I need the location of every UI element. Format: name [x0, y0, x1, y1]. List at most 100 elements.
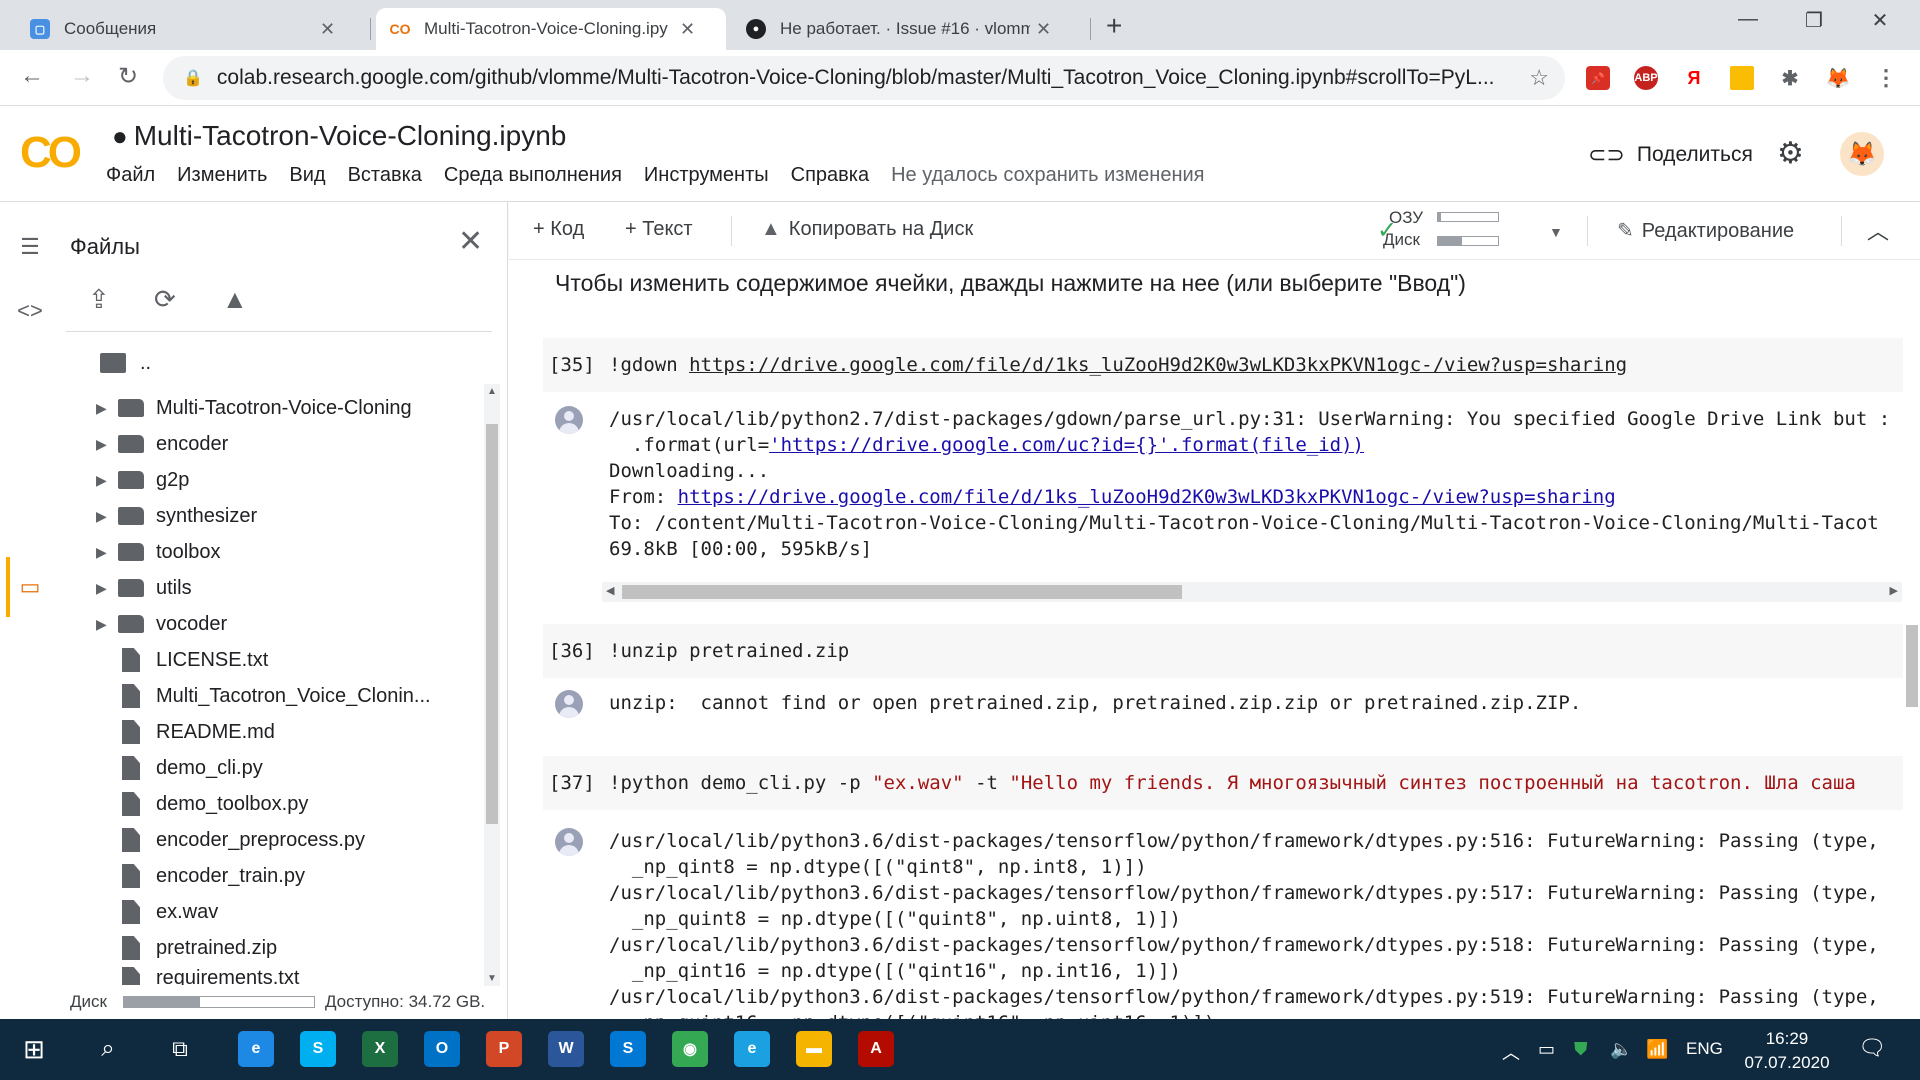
collapse-header-icon[interactable]: ︿: [1867, 214, 1889, 246]
search-icon[interactable]: ⌕: [90, 1031, 126, 1067]
close-tab-icon[interactable]: ✕: [680, 19, 695, 40]
copy-to-drive-button[interactable]: ▲ Копировать на Диск: [761, 218, 973, 241]
extensions-puzzle-icon[interactable]: ✱: [1778, 66, 1802, 90]
menu-insert[interactable]: Вставка: [348, 164, 422, 187]
add-code-button[interactable]: + Код: [533, 218, 584, 241]
browser-menu-icon[interactable]: ⋮: [1874, 65, 1898, 90]
address-bar[interactable]: 🔒 colab.research.google.com/github/vlomm…: [163, 56, 1565, 100]
adblock-extension-icon[interactable]: ABP: [1634, 66, 1658, 90]
explorer-app-icon[interactable]: ▬: [796, 1031, 832, 1067]
back-icon[interactable]: ←: [16, 62, 48, 90]
resources-dropdown-icon[interactable]: ▼: [1549, 224, 1563, 240]
code-snippets-icon[interactable]: <>: [14, 298, 46, 324]
cell-code[interactable]: !gdown https://drive.google.com/file/d/1…: [609, 354, 1627, 376]
edge-legacy-app-icon[interactable]: e: [238, 1031, 274, 1067]
pin-extension-icon[interactable]: 📌: [1586, 66, 1610, 90]
list-item[interactable]: pretrained.zip: [56, 931, 456, 965]
bookmark-extension-icon[interactable]: [1730, 66, 1754, 90]
expand-chevron-icon[interactable]: ▶: [96, 472, 118, 489]
expand-chevron-icon[interactable]: ▶: [96, 400, 118, 417]
powerpoint-app-icon[interactable]: P: [486, 1031, 522, 1067]
close-tab-icon[interactable]: ✕: [320, 19, 335, 40]
share-button[interactable]: ⊂⊃ Поделиться: [1588, 142, 1753, 168]
list-item[interactable]: ▶ Multi-Tacotron-Voice-Cloning: [56, 391, 456, 425]
files-scrollbar[interactable]: ▲ ▼: [484, 384, 500, 986]
tab-colab[interactable]: CO Multi-Tacotron-Voice-Cloning.ipy ✕: [376, 8, 726, 50]
clock[interactable]: 16:29 07.07.2020: [1742, 1027, 1832, 1075]
battery-icon[interactable]: ▭: [1538, 1039, 1555, 1060]
add-text-button[interactable]: + Текст: [625, 218, 693, 241]
scroll-right-icon[interactable]: ▶: [1890, 584, 1898, 597]
settings-gear-icon[interactable]: ⚙: [1777, 136, 1804, 171]
list-item[interactable]: Multi_Tacotron_Voice_Clonin...: [56, 679, 456, 713]
word-app-icon[interactable]: W: [548, 1031, 584, 1067]
forward-icon[interactable]: →: [66, 62, 98, 90]
volume-icon[interactable]: 🔈: [1610, 1039, 1632, 1060]
list-item[interactable]: demo_toolbox.py: [56, 787, 456, 821]
acrobat-app-icon[interactable]: A: [858, 1031, 894, 1067]
mount-drive-icon[interactable]: ▲: [222, 284, 248, 315]
list-item[interactable]: ▶ g2p: [56, 463, 456, 497]
files-icon[interactable]: ▭: [14, 574, 46, 600]
scroll-left-icon[interactable]: ◀: [606, 584, 614, 597]
list-item[interactable]: LICENSE.txt: [56, 643, 456, 677]
avatar[interactable]: 🦊: [1840, 132, 1884, 176]
close-panel-icon[interactable]: ✕: [458, 224, 483, 259]
list-item[interactable]: ▶ vocoder: [56, 607, 456, 641]
cell-prompt[interactable]: [36]: [549, 640, 595, 662]
new-tab-button[interactable]: +: [1106, 10, 1122, 42]
list-item[interactable]: encoder_preprocess.py: [56, 823, 456, 857]
expand-chevron-icon[interactable]: ▶: [96, 436, 118, 453]
expand-chevron-icon[interactable]: ▶: [96, 508, 118, 525]
output-link[interactable]: https://drive.google.com/file/d/1ks_luZo…: [678, 486, 1616, 508]
menu-view[interactable]: Вид: [289, 164, 325, 187]
menu-edit[interactable]: Изменить: [177, 164, 267, 187]
list-item[interactable]: ▶ encoder: [56, 427, 456, 461]
scrollbar-thumb[interactable]: [622, 585, 1182, 599]
cell-prompt[interactable]: [35]: [549, 354, 595, 376]
scroll-up-icon[interactable]: ▲: [487, 386, 497, 397]
list-item[interactable]: requirements.txt: [56, 967, 456, 985]
outlook-app-icon[interactable]: O: [424, 1031, 460, 1067]
ie-app-icon[interactable]: e: [734, 1031, 770, 1067]
security-shield-icon[interactable]: ⛊: [1574, 1039, 1588, 1060]
task-view-icon[interactable]: ⧉: [162, 1031, 198, 1067]
skype-app-icon[interactable]: S: [300, 1031, 336, 1067]
upload-icon[interactable]: ⇪: [88, 284, 110, 315]
notebook-scrollbar[interactable]: [1903, 260, 1920, 1019]
menu-file[interactable]: Файл: [106, 164, 155, 187]
fox-extension-icon[interactable]: 🦊: [1826, 66, 1851, 90]
expand-chevron-icon[interactable]: ▶: [96, 580, 118, 597]
refresh-folder-icon[interactable]: ⟳: [154, 284, 176, 315]
output-link[interactable]: 'https://drive.google.com/uc?id={}'.form…: [769, 434, 1364, 456]
list-item[interactable]: ex.wav: [56, 895, 456, 929]
network-icon[interactable]: 📶: [1646, 1039, 1668, 1060]
start-windows-icon[interactable]: ⊞: [16, 1031, 52, 1067]
close-tab-icon[interactable]: ✕: [1036, 19, 1051, 40]
tray-overflow-icon[interactable]: ︿: [1502, 1039, 1520, 1065]
cell-code[interactable]: !unzip pretrained.zip: [609, 640, 849, 662]
menu-tools[interactable]: Инструменты: [644, 164, 769, 187]
minimize-icon[interactable]: —: [1720, 8, 1776, 31]
colab-logo[interactable]: CO: [20, 128, 82, 178]
notifications-icon[interactable]: 🗨: [1858, 1035, 1886, 1061]
gdown-url[interactable]: https://drive.google.com/file/d/1ks_luZo…: [689, 354, 1627, 376]
list-item[interactable]: ▶ synthesizer: [56, 499, 456, 533]
tab-messages[interactable]: ▢ Сообщения ✕: [16, 8, 366, 50]
skype-business-app-icon[interactable]: S: [610, 1031, 646, 1067]
restore-icon[interactable]: ❐: [1786, 8, 1842, 33]
excel-app-icon[interactable]: X: [362, 1031, 398, 1067]
expand-chevron-icon[interactable]: ▶: [96, 544, 118, 561]
menu-help[interactable]: Справка: [791, 164, 869, 187]
cell-prompt[interactable]: [37]: [549, 772, 595, 794]
list-item[interactable]: ▶ utils: [56, 571, 456, 605]
cell-code[interactable]: !python demo_cli.py -p "ex.wav" -t "Hell…: [609, 772, 1869, 794]
language-indicator[interactable]: ENG: [1686, 1039, 1723, 1059]
notebook-title[interactable]: ● Multi-Tacotron-Voice-Cloning.ipynb: [112, 120, 566, 152]
bookmark-star-icon[interactable]: ☆: [1529, 65, 1549, 91]
scroll-down-icon[interactable]: ▼: [487, 973, 497, 984]
table-of-contents-icon[interactable]: ☰: [14, 234, 46, 260]
scrollbar-thumb[interactable]: [1906, 625, 1918, 707]
close-window-icon[interactable]: ✕: [1852, 8, 1908, 33]
menu-runtime[interactable]: Среда выполнения: [444, 164, 622, 187]
